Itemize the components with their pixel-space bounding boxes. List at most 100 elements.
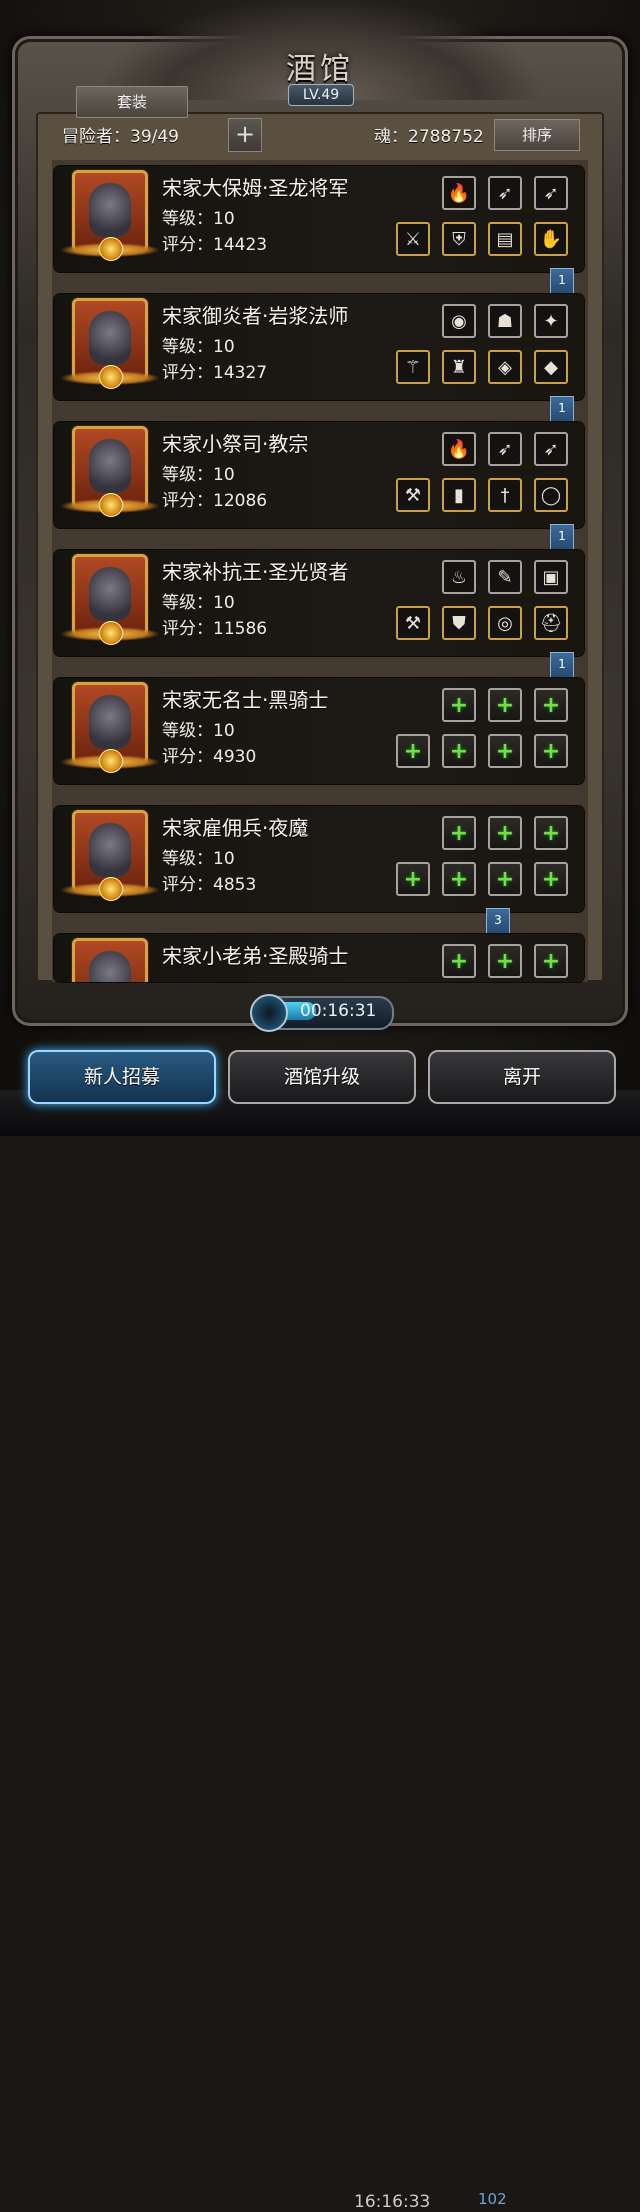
fire-orb-icon: 🔥 — [447, 182, 471, 204]
equip-slot[interactable]: ➶ — [488, 176, 522, 210]
equip-slot[interactable]: ♨ — [442, 560, 476, 594]
empty-equip-slot[interactable]: + — [488, 734, 522, 768]
equip-slot[interactable]: ➶ — [488, 432, 522, 466]
add-equip-icon: + — [495, 692, 515, 718]
empty-equip-slot[interactable]: + — [488, 688, 522, 722]
hero-face — [89, 183, 131, 237]
tavern-level-badge: LV.49 — [288, 84, 354, 106]
hero-face — [89, 823, 131, 877]
equip-slot[interactable]: ⚚ — [396, 350, 430, 384]
hero-name: 宋家雇佣兵·夜魔 — [162, 816, 309, 840]
equip-slot[interactable]: ⛨ — [442, 222, 476, 256]
timer-bar: 00:16:31 — [250, 994, 394, 1032]
equip-slot[interactable]: ▤ — [488, 222, 522, 256]
empty-equip-slot[interactable]: + — [442, 816, 476, 850]
bow-icon: ➶ — [543, 182, 559, 204]
purple-ring-icon: ◎ — [497, 612, 513, 634]
hero-name: 宋家大保姆·圣龙将军 — [162, 176, 349, 200]
hero-portrait[interactable] — [61, 426, 159, 517]
sword-icon: ⚔ — [404, 228, 422, 250]
empty-equip-slot[interactable]: + — [442, 734, 476, 768]
equip-slot[interactable]: ◯ — [534, 478, 568, 512]
set-button[interactable]: 套装 — [76, 86, 188, 118]
hero-portrait[interactable] — [61, 810, 159, 901]
mask-icon: ☗ — [496, 310, 514, 332]
equip-slot[interactable]: ⚒ — [396, 478, 430, 512]
soul-count: 魂：2788752 — [374, 127, 484, 147]
add-equip-icon: + — [541, 866, 561, 892]
empty-equip-slot[interactable]: + — [534, 816, 568, 850]
empty-equip-slot[interactable]: + — [488, 862, 522, 896]
hero-portrait[interactable] — [61, 298, 159, 389]
hero-card[interactable]: 宋家小祭司·教宗 等级：10 评分：12086 🔥 ➶ ➶ ⚒ ▮ † ◯ — [54, 422, 584, 528]
hero-card[interactable]: 宋家补抗王·圣光贤者 等级：10 评分：11586 ♨ ✎ ▣ ⚒ ⛊ ◎ ⛑ — [54, 550, 584, 656]
equip-slot[interactable]: ◈ — [488, 350, 522, 384]
add-adventurer-button[interactable]: + — [228, 118, 262, 152]
empty-equip-slot[interactable]: + — [534, 862, 568, 896]
bow-icon: ➶ — [497, 438, 513, 460]
hero-card[interactable]: 宋家御炎者·岩浆法师 等级：10 评分：14327 ◉ ☗ ✦ ⚚ ♜ ◈ ◆ — [54, 294, 584, 400]
empty-equip-slot[interactable]: + — [442, 944, 476, 978]
hero-card[interactable]: 宋家小老弟·圣殿骑士 + + + — [54, 934, 584, 982]
hero-portrait[interactable] — [61, 554, 159, 645]
equip-slot[interactable]: ⛊ — [442, 606, 476, 640]
empty-equip-slot[interactable]: + — [442, 862, 476, 896]
add-equip-icon: + — [403, 866, 423, 892]
hero-name: 宋家小祭司·教宗 — [162, 432, 309, 456]
leave-button[interactable]: 离开 — [428, 1050, 616, 1104]
helmet-icon: ⛑ — [539, 612, 563, 634]
equip-slot[interactable]: ◆ — [534, 350, 568, 384]
claw-icon: ✦ — [543, 310, 559, 332]
hero-portrait[interactable] — [61, 170, 159, 261]
hero-score: 评分：11586 — [162, 619, 268, 639]
hero-face — [89, 951, 131, 982]
sort-button[interactable]: 排序 — [494, 119, 580, 151]
equip-slot[interactable]: ◉ — [442, 304, 476, 338]
hero-card[interactable]: 宋家大保姆·圣龙将军 等级：10 评分：14423 🔥 ➶ ➶ ⚔ ⛨ ▤ ✋ — [54, 166, 584, 272]
timer-text: 00:16:31 — [300, 1001, 377, 1021]
hero-name: 宋家无名士·黑骑士 — [162, 688, 329, 712]
equip-slot[interactable]: 🔥 — [442, 176, 476, 210]
hero-card[interactable]: 宋家无名士·黑骑士 等级：10 评分：4930 + + + + + + + — [54, 678, 584, 784]
add-equip-icon: + — [495, 948, 515, 974]
hero-name: 宋家补抗王·圣光贤者 — [162, 560, 349, 584]
equip-slot[interactable]: ◎ — [488, 606, 522, 640]
recruit-button[interactable]: 新人招募 — [28, 1050, 216, 1104]
equip-slot[interactable]: ⚒ — [396, 606, 430, 640]
hero-portrait[interactable] — [61, 682, 159, 773]
empty-equip-slot[interactable]: + — [488, 944, 522, 978]
empty-equip-slot[interactable]: + — [442, 688, 476, 722]
equip-slot[interactable]: ☗ — [488, 304, 522, 338]
clock-icon — [250, 994, 288, 1032]
bow-icon: ➶ — [543, 438, 559, 460]
equip-slot[interactable]: ✎ — [488, 560, 522, 594]
add-equip-icon: + — [449, 948, 469, 974]
equip-slot[interactable]: ✦ — [534, 304, 568, 338]
empty-equip-slot[interactable]: + — [396, 862, 430, 896]
empty-equip-slot[interactable]: + — [534, 734, 568, 768]
dagger-icon: † — [500, 484, 510, 506]
hero-face — [89, 567, 131, 621]
hammer-icon: ⚒ — [404, 612, 422, 634]
empty-equip-slot[interactable]: + — [534, 688, 568, 722]
equip-slot[interactable]: ▮ — [442, 478, 476, 512]
fire-orb-icon: 🔥 — [447, 438, 471, 460]
equip-slot[interactable]: ⚔ — [396, 222, 430, 256]
equip-slot[interactable]: ➶ — [534, 176, 568, 210]
empty-equip-slot[interactable]: + — [396, 734, 430, 768]
hero-card[interactable]: 宋家雇佣兵·夜魔 等级：10 评分：4853 + + + + + + + — [54, 806, 584, 912]
equip-slot[interactable]: ▣ — [534, 560, 568, 594]
equip-slot[interactable]: ⛑ — [534, 606, 568, 640]
empty-equip-slot[interactable]: + — [534, 944, 568, 978]
empty-equip-slot[interactable]: + — [488, 816, 522, 850]
upgrade-tavern-button[interactable]: 酒馆升级 — [228, 1050, 416, 1104]
equip-slot[interactable]: ➶ — [534, 432, 568, 466]
equip-slot[interactable]: 🔥 — [442, 432, 476, 466]
equip-slot[interactable]: ♜ — [442, 350, 476, 384]
equip-slot[interactable]: † — [488, 478, 522, 512]
equip-slot[interactable]: ✋ — [534, 222, 568, 256]
hero-portrait[interactable] — [72, 938, 148, 982]
rank-gem-icon — [99, 877, 123, 901]
hero-face — [89, 439, 131, 493]
add-equip-icon: + — [495, 738, 515, 764]
